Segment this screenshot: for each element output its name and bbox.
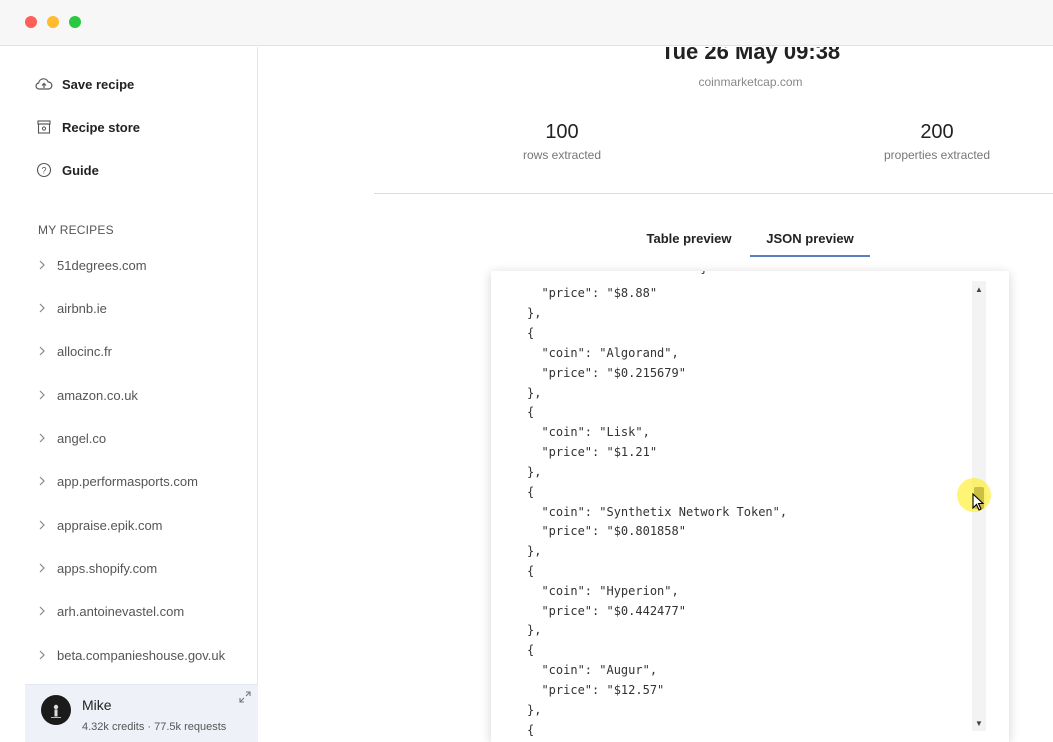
chevron-right-icon: [37, 474, 51, 488]
rows-stat: 100 rows extracted: [472, 121, 652, 162]
json-line: "price": "$8.88": [527, 286, 658, 300]
json-preview-panel[interactable]: } "price": "$8.88" }, { "coin": "Algoran…: [491, 271, 1009, 742]
json-line: },: [527, 703, 542, 717]
scroll-up-arrow-icon[interactable]: ▲: [972, 283, 986, 295]
json-line: },: [527, 623, 542, 637]
json-line: "coin": "Hyperion",: [527, 584, 679, 598]
help-circle-icon: ?: [35, 161, 53, 179]
recipe-name: apps.shopify.com: [57, 560, 158, 576]
recipe-item[interactable]: amazon.co.uk: [37, 384, 138, 406]
json-line: {: [527, 564, 535, 578]
json-line: },: [527, 386, 542, 400]
chevron-right-icon: [37, 648, 51, 662]
recipe-name: arh.antoinevastel.com: [57, 603, 185, 619]
json-line: "coin": "Augur",: [527, 663, 658, 677]
recipe-name: airbnb.ie: [57, 300, 107, 316]
recipe-store-label: Recipe store: [62, 119, 141, 135]
tab-table-preview[interactable]: Table preview: [634, 231, 744, 257]
recipe-name: appraise.epik.com: [57, 517, 163, 533]
chevron-right-icon: [37, 388, 51, 402]
recipe-item[interactable]: airbnb.ie: [37, 297, 107, 319]
recipe-name: app.performasports.com: [57, 473, 198, 489]
divider: [374, 193, 1053, 194]
json-line: "price": "$0.442477": [527, 604, 686, 618]
sidebar: Save recipe Recipe store ? Guide MY RECI…: [25, 47, 258, 742]
json-line: "price": "$1.21": [527, 445, 658, 459]
guide-button[interactable]: ? Guide: [35, 158, 99, 182]
json-line: "coin": "Lisk",: [527, 425, 650, 439]
recipe-name: allocinc.fr: [57, 343, 112, 359]
recipe-item[interactable]: angel.co: [37, 427, 106, 449]
recipe-item[interactable]: app.performasports.com: [37, 470, 198, 492]
guide-label: Guide: [62, 162, 99, 178]
json-line: {: [527, 405, 535, 419]
rows-count: 100: [545, 121, 579, 143]
close-window-button[interactable]: [25, 16, 37, 28]
chevron-right-icon: [37, 604, 51, 618]
json-line: },: [527, 544, 542, 558]
json-line: "price": "$0.215679": [527, 366, 686, 380]
source-domain: coinmarketcap.com: [698, 75, 803, 89]
save-recipe-label: Save recipe: [62, 76, 135, 92]
scroll-down-arrow-icon[interactable]: ▼: [972, 717, 986, 729]
user-profile[interactable]: Mike 4.32k credits · 77.5k requests: [25, 684, 258, 742]
chevron-right-icon: [37, 301, 51, 315]
properties-stat: 200 properties extracted: [847, 121, 1027, 162]
json-line: {: [527, 326, 535, 340]
svg-text:?: ?: [41, 166, 46, 176]
recipe-item[interactable]: beta.companieshouse.gov.uk: [37, 644, 225, 666]
json-line: "price": "$12.57": [527, 683, 665, 697]
store-icon: [35, 118, 53, 136]
recipe-item[interactable]: 51degrees.com: [37, 254, 147, 276]
recipe-item[interactable]: apps.shopify.com: [37, 557, 157, 579]
recipe-name: beta.companieshouse.gov.uk: [57, 647, 226, 663]
avatar: [41, 695, 71, 725]
chevron-right-icon: [37, 431, 51, 445]
mouse-cursor-icon: [972, 492, 986, 513]
tab-json-preview[interactable]: JSON preview: [750, 231, 870, 257]
recipe-item[interactable]: arh.antoinevastel.com: [37, 600, 184, 622]
chevron-right-icon: [37, 518, 51, 532]
json-line: "coin": "Algorand",: [527, 346, 679, 360]
main-content: Tue 26 May 09:38 coinmarketcap.com 100 r…: [258, 47, 1053, 742]
json-line: },: [527, 465, 542, 479]
json-line: "price": "$0.801858": [527, 524, 686, 538]
properties-count: 200: [920, 121, 954, 143]
json-line: {: [527, 723, 535, 737]
recipe-item[interactable]: allocinc.fr: [37, 340, 112, 362]
cloud-upload-icon: [35, 75, 53, 93]
chevron-right-icon: [37, 344, 51, 358]
window-titlebar: [0, 0, 1053, 46]
json-line: },: [527, 306, 542, 320]
json-line: {: [527, 643, 535, 657]
json-line: {: [527, 485, 535, 499]
minimize-window-button[interactable]: [47, 16, 59, 28]
rows-caption: rows extracted: [522, 148, 602, 162]
maximize-window-button[interactable]: [69, 16, 81, 28]
user-credits: 4.32k credits · 77.5k requests: [82, 721, 227, 733]
expand-icon[interactable]: [238, 690, 252, 704]
recipe-item[interactable]: appraise.epik.com: [37, 514, 163, 536]
json-line: }: [527, 271, 707, 279]
recipe-name: angel.co: [57, 430, 107, 446]
save-recipe-button[interactable]: Save recipe: [35, 72, 134, 96]
recipe-name: amazon.co.uk: [57, 387, 138, 403]
recipe-name: 51degrees.com: [57, 257, 147, 273]
chevron-right-icon: [37, 561, 51, 575]
recipe-store-button[interactable]: Recipe store: [35, 115, 140, 139]
chevron-right-icon: [37, 258, 51, 272]
json-line: "coin": "Synthetix Network Token",: [527, 505, 788, 519]
my-recipes-heading: MY RECIPES: [38, 223, 114, 237]
user-name: Mike: [82, 697, 112, 713]
properties-caption: properties extracted: [883, 148, 991, 162]
extraction-date: Tue 26 May 09:38: [660, 47, 841, 64]
